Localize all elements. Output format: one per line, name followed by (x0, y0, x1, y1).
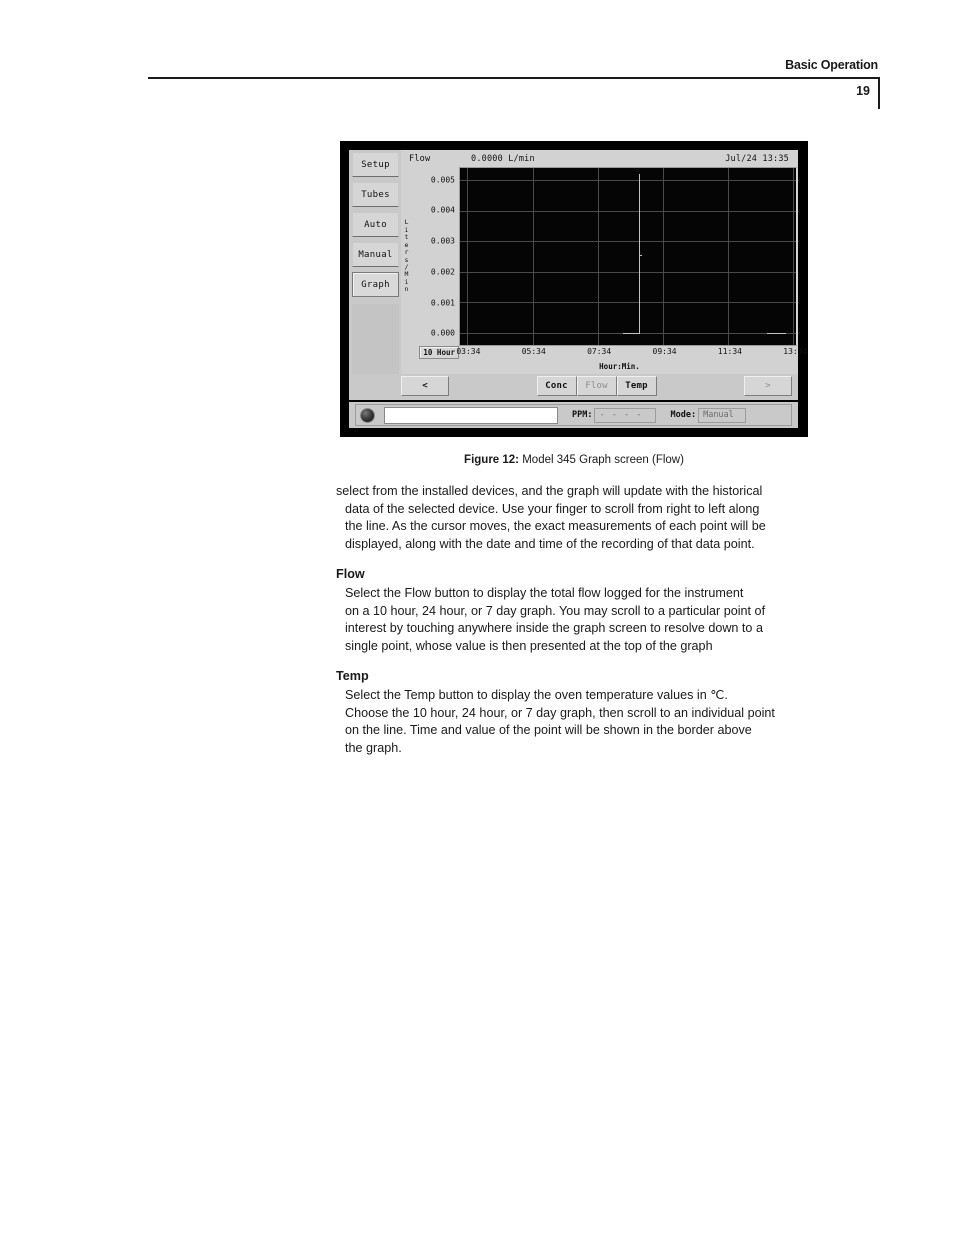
info-datetime: Jul/24 13:35 (725, 153, 789, 164)
gridline-vertical (597, 168, 599, 345)
figure-caption: Figure 12: Model 345 Graph screen (Flow) (340, 454, 808, 466)
temp-line-1: Select the Temp button to display the ov… (345, 687, 728, 702)
header-divider (148, 77, 880, 109)
time-range-button[interactable]: 10 Hour (419, 346, 459, 359)
prev-page-button[interactable]: < (401, 376, 449, 396)
section-body-temp: Select the Temp button to display the ov… (336, 687, 844, 757)
x-axis-tick: 03:34 (456, 347, 481, 356)
y-axis-tick: 0.000 (430, 328, 455, 338)
sidebar-item-auto[interactable]: Auto (352, 212, 399, 237)
x-axis-row: 10 Hour 03:34 05:34 07:34 09:34 11:34 13:34 (401, 346, 807, 362)
page-number: 19 (856, 84, 870, 98)
intro-line-4: displayed, along with the date and time … (345, 536, 755, 551)
page-header: Basic Operation 19 (148, 58, 880, 109)
y-axis-tick: 0.005 (430, 175, 455, 185)
graph-plot-area[interactable] (459, 167, 798, 346)
ppm-label: PPM: (572, 410, 593, 420)
range-button-holder: 10 Hour (401, 346, 461, 359)
flow-button[interactable]: Flow (576, 376, 617, 396)
y-axis-tick: 0.004 (430, 205, 455, 215)
next-page-button[interactable]: > (744, 376, 792, 396)
device-bezel: Setup Tubes Auto Manual Graph Flow 0.000… (340, 141, 808, 437)
x-axis-tick: 07:34 (587, 347, 612, 356)
y-axis-tick: 0.003 (430, 236, 455, 246)
intro-line-3: the line. As the cursor moves, the exact… (345, 519, 766, 534)
status-led-icon (360, 407, 375, 423)
gridline-vertical (728, 168, 730, 345)
temp-button[interactable]: Temp (616, 376, 657, 396)
flow-line-4: single point, whose value is then presen… (345, 638, 713, 653)
body-text-column: select from the installed devices, and t… (336, 483, 844, 757)
temp-line-3: on the line. Time and value of the point… (345, 723, 752, 738)
device-sidebar: Setup Tubes Auto Manual Graph (349, 150, 401, 374)
sidebar-item-tubes[interactable]: Tubes (352, 182, 399, 207)
gridline-vertical (793, 168, 795, 345)
intro-line-1: select from the installed devices, and t… (336, 484, 763, 498)
x-axis-title: Hour:Min. (599, 362, 640, 371)
figure-caption-text: Model 345 Graph screen (Flow) (522, 454, 684, 466)
screen-upper-region: Setup Tubes Auto Manual Graph Flow 0.000… (349, 150, 807, 374)
data-trace-segment (622, 332, 641, 334)
section-body-flow: Select the Flow button to display the to… (336, 585, 844, 655)
mode-label: Mode: (670, 410, 697, 420)
x-axis-tick: 13:34 (783, 347, 808, 356)
sidebar-item-label: Manual (358, 249, 393, 260)
sidebar-item-label: Graph (361, 279, 390, 290)
y-axis-tick: 0.002 (430, 267, 455, 277)
x-axis-tick: 05:34 (521, 347, 546, 356)
device-action-bar: < Conc Flow Temp > (349, 374, 798, 400)
gridline-horizontal (460, 210, 796, 212)
x-axis-tick-labels: 03:34 05:34 07:34 09:34 11:34 13:34 (456, 346, 807, 360)
gridline-vertical (532, 168, 534, 345)
flow-line-1: Select the Flow button to display the to… (345, 585, 744, 600)
sidebar-item-label: Tubes (361, 189, 390, 200)
y-axis-title: Li t e r s / Mi n (401, 167, 412, 346)
temp-line-2: Choose the 10 hour, 24 hour, or 7 day gr… (345, 705, 775, 720)
sidebar-item-label: Setup (361, 159, 390, 170)
ppm-value: - - - - (594, 407, 657, 423)
y-axis-tick-labels: 0.005 0.004 0.003 0.002 0.001 0.000 (412, 167, 459, 346)
sidebar-item-setup[interactable]: Setup (352, 152, 399, 177)
sidebar-item-manual[interactable]: Manual (352, 242, 399, 267)
gridline-horizontal (460, 271, 796, 273)
device-screen: Setup Tubes Auto Manual Graph Flow 0.000… (349, 150, 807, 428)
x-axis-tick: 11:34 (717, 347, 742, 356)
sidebar-item-label: Auto (364, 219, 387, 230)
intro-paragraph: select from the installed devices, and t… (336, 483, 844, 553)
info-parameter-name: Flow (409, 153, 431, 164)
figure-caption-label: Figure 12: (464, 454, 520, 466)
status-message-field[interactable] (384, 406, 558, 424)
section-heading-flow: Flow (336, 567, 365, 582)
sidebar-item-graph[interactable]: Graph (352, 272, 399, 297)
mode-value: Manual (698, 407, 747, 423)
conc-button[interactable]: Conc (536, 376, 577, 396)
sidebar-filler (352, 304, 399, 374)
flow-line-3: interest by touching anywhere inside the… (345, 621, 763, 636)
status-bar-inner: PPM: - - - - Mode: Manual (355, 404, 792, 426)
metric-button-group: Conc Flow Temp (536, 376, 657, 396)
graph-panel: Flow 0.0000 L/min Jul/24 13:35 Li t e r s / Mi… (401, 150, 807, 374)
gridline-horizontal (460, 180, 796, 182)
data-trace-spike (639, 174, 641, 333)
gridline-horizontal (460, 241, 796, 243)
data-trace-segment (639, 254, 643, 256)
intro-line-2: data of the selected device. Use your fi… (345, 501, 760, 516)
gridline-vertical (467, 168, 469, 345)
temp-line-4: the graph. (345, 740, 402, 755)
figure-device-screenshot: Setup Tubes Auto Manual Graph Flow 0.000… (340, 141, 808, 437)
device-status-bar: PPM: - - - - Mode: Manual (349, 400, 798, 428)
graph-info-bar: Flow 0.0000 L/min Jul/24 13:35 (401, 150, 798, 167)
gridline-vertical (662, 168, 664, 345)
x-axis-tick: 09:34 (652, 347, 677, 356)
gridline-horizontal (460, 302, 796, 304)
flow-line-2: on a 10 hour, 24 hour, or 7 day graph. Y… (345, 603, 766, 618)
info-parameter-value: 0.0000 L/min (471, 153, 535, 164)
plot-wrapper: Li t e r s / Mi n 0.005 0.004 0.003 0.002 0.001 0.00… (401, 167, 798, 346)
y-axis-title-text: Li t e r s / Mi n (404, 218, 409, 294)
data-trace-segment (766, 332, 786, 334)
section-heading-temp: Temp (336, 669, 369, 684)
y-axis-tick: 0.001 (430, 298, 455, 308)
header-section-title: Basic Operation (785, 58, 878, 72)
